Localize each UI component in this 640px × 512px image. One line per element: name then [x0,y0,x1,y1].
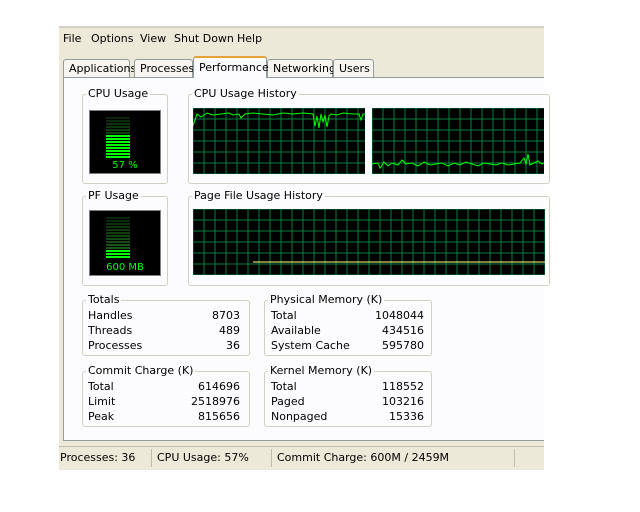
totals-handles-label: Handles [88,309,133,322]
pf-usage-label: PF Usage [86,189,141,202]
kernel-total-label: Total [271,380,297,393]
meter-segment [106,135,130,137]
pf-history-label: Page File Usage History [192,189,325,202]
meter-segment [106,141,130,143]
commit-total-value: 614696 [198,380,240,393]
meter-segment [106,244,130,246]
tab-users[interactable]: Users [333,59,374,77]
totals-processes-value: 36 [226,339,240,352]
status-bar: Processes: 36 CPU Usage: 57% Commit Char… [59,446,544,469]
performance-panel: CPU Usage 57 % CPU Usage History PF Usag… [63,77,550,441]
kernel-paged-label: Paged [271,395,305,408]
meter-segment [106,220,130,222]
tab-processes[interactable]: Processes [134,59,194,77]
commit-total-label: Total [88,380,114,393]
menu-help[interactable]: Help [237,32,262,45]
commit-limit-value: 2518976 [191,395,240,408]
commit-peak-label: Peak [88,410,115,423]
tab-performance[interactable]: Performance [193,56,269,78]
commit-limit-label: Limit [88,395,116,408]
kernel-paged-value: 103216 [382,395,424,408]
totals-threads-value: 489 [219,324,240,337]
meter-segment [106,120,130,122]
tab-networking[interactable]: Networking [267,59,336,77]
kernel-memory-label: Kernel Memory (K) [268,364,375,377]
status-separator [151,449,152,467]
meter-segment [106,256,130,258]
meter-segment [106,247,130,249]
pf-usage-bars [106,217,130,259]
physical-total-label: Total [271,309,297,322]
cpu-usage-bars [106,117,130,159]
meter-segment [106,138,130,140]
cpu-usage-label: CPU Usage [86,87,151,100]
kernel-nonpaged-value: 15336 [389,410,424,423]
meter-segment [106,126,130,128]
status-processes: Processes: 36 [60,451,136,464]
meter-segment [106,235,130,237]
meter-segment [106,123,130,125]
meter-segment [106,150,130,152]
meter-segment [106,253,130,255]
cpu-history-trace-2 [372,153,544,170]
status-separator [514,449,515,467]
menu-view[interactable]: View [140,32,166,45]
meter-segment [106,250,130,252]
totals-label: Totals [86,293,122,306]
meter-segment [106,229,130,231]
cpu-history-graph-1 [193,108,365,174]
menu-file[interactable]: File [63,32,81,45]
commit-charge-label: Commit Charge (K) [86,364,196,377]
cpu-usage-meter: 57 % [89,110,161,174]
commit-peak-value: 815656 [198,410,240,423]
status-commit-charge: Commit Charge: 600M / 2459M [277,451,450,464]
meter-segment [106,129,130,131]
tab-applications[interactable]: Applications [63,59,136,77]
meter-segment [106,156,130,158]
cpu-history-label: CPU Usage History [192,87,299,100]
meter-segment [106,223,130,225]
meter-segment [106,232,130,234]
totals-processes-label: Processes [88,339,143,352]
physical-available-label: Available [271,324,321,337]
menu-shut-down[interactable]: Shut Down [174,32,234,45]
meter-segment [106,238,130,240]
cpu-usage-value: 57 % [112,160,138,171]
meter-segment [106,117,130,119]
meter-segment [106,241,130,243]
menu-options[interactable]: Options [91,32,133,45]
meter-segment [106,144,130,146]
physical-memory-label: Physical Memory (K) [268,293,385,306]
status-cpu-usage: CPU Usage: 57% [157,451,249,464]
meter-segment [106,226,130,228]
totals-handles-value: 8703 [212,309,240,322]
meter-segment [106,217,130,219]
pf-usage-meter: 600 MB [89,210,161,276]
meter-segment [106,153,130,155]
physical-system-cache-label: System Cache [271,339,350,352]
task-manager-window: File Options View Shut Down Help Applica… [59,26,550,470]
kernel-total-value: 118552 [382,380,424,393]
meter-segment [106,132,130,134]
meter-segment [106,147,130,149]
status-separator [271,449,272,467]
physical-available-value: 434516 [382,324,424,337]
physical-system-cache-value: 595780 [382,339,424,352]
menu-bar: File Options View Shut Down Help [59,28,544,50]
pf-usage-value: 600 MB [106,262,144,273]
kernel-nonpaged-label: Nonpaged [271,410,328,423]
cpu-history-trace-1 [193,112,365,129]
physical-total-value: 1048044 [375,309,424,322]
pf-history-graph [193,209,545,275]
cpu-history-graph-2 [372,108,544,174]
totals-threads-label: Threads [88,324,133,337]
